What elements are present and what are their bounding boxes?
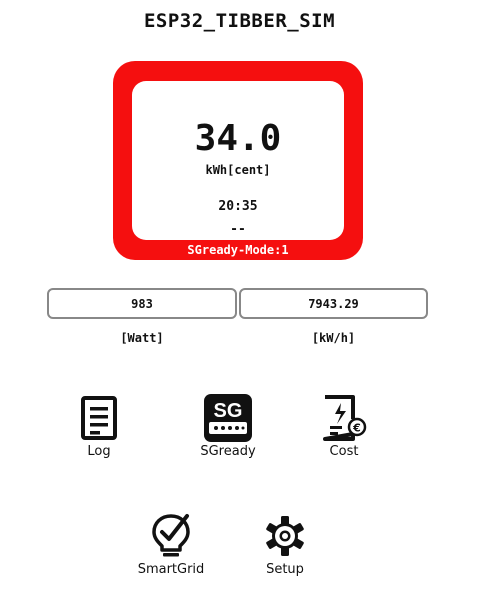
price-unit: kWh[cent] [205,163,271,177]
gear-icon [230,512,340,560]
smartgrid-button[interactable]: SmartGrid [116,512,226,577]
lightbulb-check-icon [116,512,226,560]
setup-label: Setup [266,562,304,577]
power-value-box: 983 [47,288,237,319]
energy-value-box: 7943.29 [239,288,428,319]
price-display: 34.0 kWh[cent] 20:35 -- [132,81,344,240]
sgready-button[interactable]: SG SGready [173,394,283,459]
sg-ready-icon: SG [173,394,283,442]
power-unit-label: [Watt] [120,331,164,345]
cost-button[interactable]: € Cost [289,394,399,459]
price-value: 34.0 [194,118,282,159]
sg-mode-label: SGready-Mode:1 [187,243,289,257]
app-title: ESP32_TIBBER_SIM [143,10,336,32]
euro-badge-text: € [352,422,361,435]
log-label: Log [87,444,111,459]
price-extra-status: -- [230,222,246,237]
bill-euro-icon: € [289,394,399,442]
document-lines-icon [44,394,154,442]
price-panel: 34.0 kWh[cent] 20:35 -- SGready-Mode:1 [113,61,363,260]
smartgrid-label: SmartGrid [137,562,205,577]
setup-button[interactable]: Setup [230,512,340,577]
sg-icon-text: SG [214,400,243,422]
sgready-label: SGready [200,444,256,459]
log-button[interactable]: Log [44,394,154,459]
cost-label: Cost [329,444,359,459]
energy-unit-label: [kW/h] [311,331,356,345]
price-time: 20:35 [218,199,258,214]
